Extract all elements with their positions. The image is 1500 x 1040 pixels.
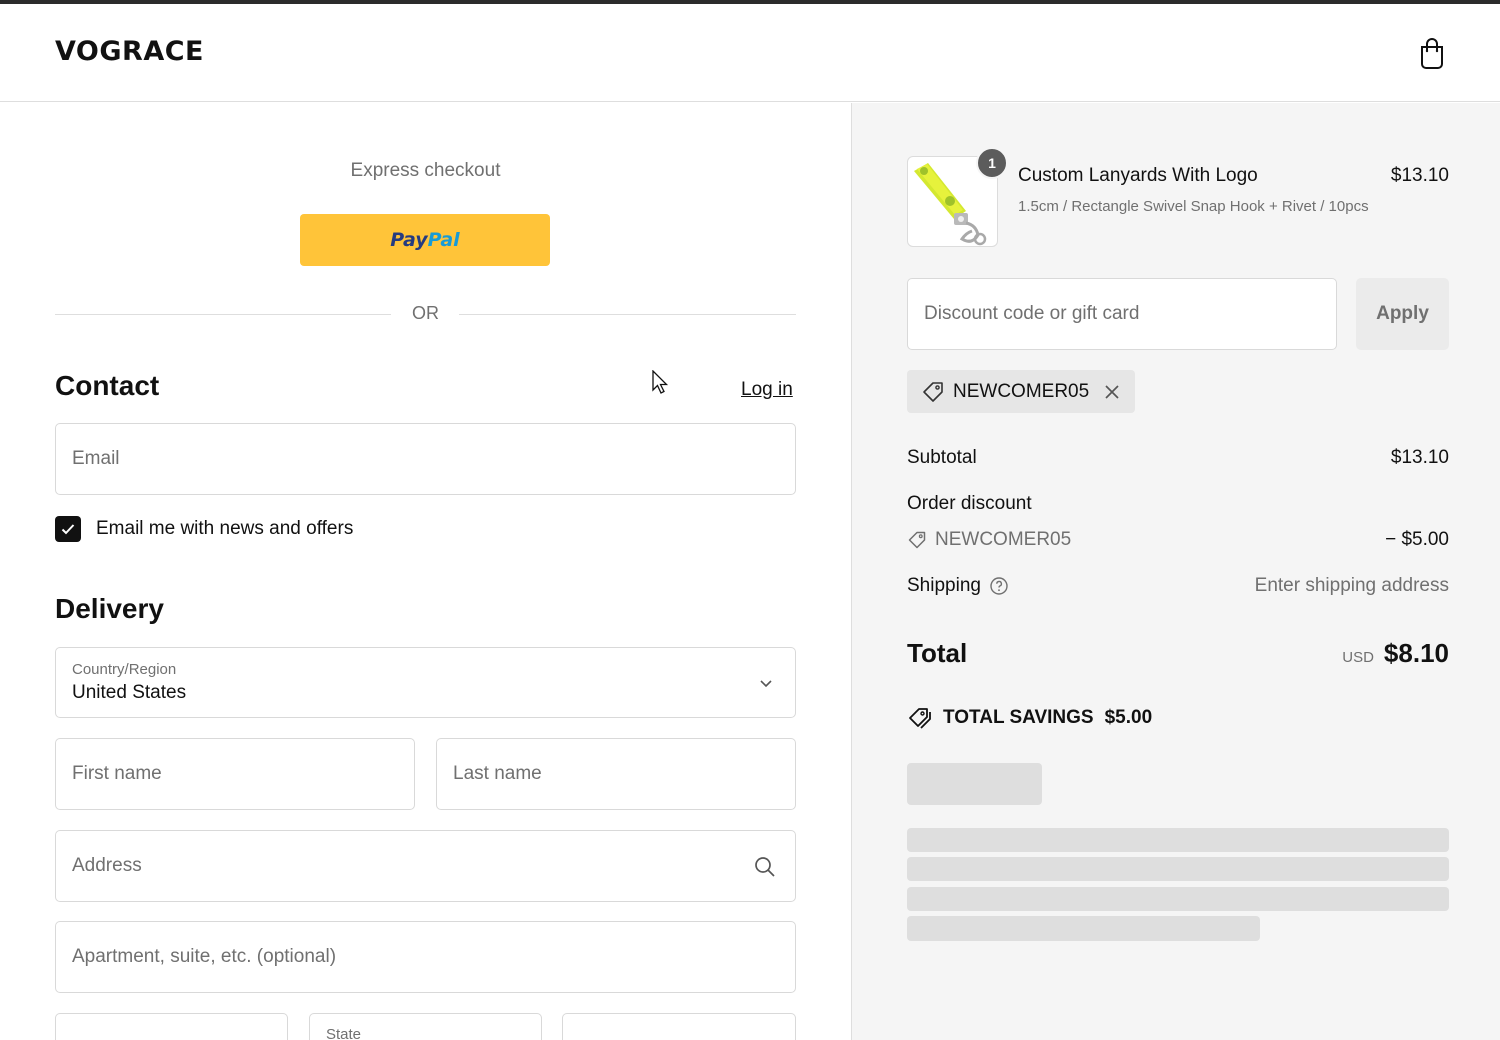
express-checkout-label: Express checkout <box>350 160 501 181</box>
tags-icon <box>909 708 931 729</box>
apartment-placeholder: Apartment, suite, etc. (optional) <box>72 946 337 967</box>
total-savings: TOTAL SAVINGS $5.00 <box>907 706 1152 730</box>
first-name-placeholder: First name <box>72 763 162 784</box>
apartment-field[interactable]: Apartment, suite, etc. (optional) <box>55 921 796 993</box>
order-discount-label: Order discount <box>907 493 1032 514</box>
email-field[interactable]: Email <box>55 423 796 495</box>
discount-code-text: NEWCOMER05 <box>935 529 1072 550</box>
delivery-heading: Delivery <box>55 593 164 624</box>
tag-icon <box>923 381 943 402</box>
checkmark-icon <box>61 524 75 535</box>
total-label: Total <box>907 638 968 668</box>
product-price: $13.10 <box>1390 165 1449 186</box>
loading-placeholder <box>907 857 1449 881</box>
zip-field[interactable] <box>562 1013 796 1040</box>
discount-value: − $5.00 <box>1385 529 1449 550</box>
chevron-down-icon <box>760 680 772 688</box>
applied-code-chip: NEWCOMER05 <box>907 370 1136 413</box>
savings-label: TOTAL SAVINGS <box>943 707 1094 728</box>
loading-placeholder <box>907 763 1042 805</box>
country-label: Country/Region <box>72 661 177 678</box>
order-summary: 1 Custom Lanyards With Logo 1.5cm / Rect… <box>851 103 1500 1040</box>
product-title: Custom Lanyards With Logo <box>1018 165 1258 186</box>
savings-value: $5.00 <box>1104 707 1153 728</box>
subtotal-value: $13.10 <box>1390 447 1449 468</box>
applied-code-text: NEWCOMER05 <box>953 380 1090 402</box>
loading-placeholder <box>907 887 1449 911</box>
help-icon[interactable] <box>989 576 1009 596</box>
subtotal-label: Subtotal <box>907 447 977 468</box>
newsletter-checkbox[interactable] <box>55 516 81 542</box>
email-placeholder: Email <box>72 448 120 469</box>
state-label: State <box>326 1026 362 1040</box>
or-divider: OR <box>55 303 796 325</box>
city-field[interactable] <box>55 1013 288 1040</box>
store-logo[interactable]: VOGRACE <box>55 36 204 67</box>
checkout-form: Express checkout PayPal OR Contact Log i… <box>0 103 851 1040</box>
apply-button[interactable]: Apply <box>1356 278 1449 350</box>
shipping-label: Shipping <box>907 575 981 596</box>
total-value: $8.10 <box>1383 638 1449 668</box>
discount-code-line: NEWCOMER05 <box>907 529 1071 551</box>
tag-icon <box>908 531 926 549</box>
product-variant: 1.5cm / Rectangle Swivel Snap Hook + Riv… <box>1018 198 1369 215</box>
cart-button[interactable] <box>1416 36 1448 70</box>
contact-heading: Contact <box>55 370 160 401</box>
total-amount: USD $8.10 <box>1342 638 1449 669</box>
remove-code-icon[interactable] <box>1103 383 1121 401</box>
paypal-button[interactable]: PayPal <box>300 214 550 266</box>
discount-code-field[interactable]: Discount code or gift card <box>907 278 1337 350</box>
newsletter-option: Email me with news and offers <box>55 516 353 542</box>
first-name-field[interactable]: First name <box>55 738 415 810</box>
login-link[interactable]: Log in <box>741 379 793 401</box>
country-select[interactable]: Country/Region United States <box>55 647 796 718</box>
state-select[interactable]: State <box>309 1013 542 1040</box>
divider-line <box>459 314 796 315</box>
shipping-row: Shipping <box>907 575 1009 597</box>
mouse-cursor-icon <box>652 370 669 394</box>
quantity-badge: 1 <box>976 147 1008 179</box>
shopping-bag-icon <box>1421 38 1443 69</box>
paypal-logo: PayPal <box>390 229 460 251</box>
site-header: VOGRACE <box>0 4 1500 102</box>
country-value: United States <box>72 682 187 703</box>
last-name-placeholder: Last name <box>453 763 542 784</box>
newsletter-label: Email me with news and offers <box>96 518 354 539</box>
discount-placeholder: Discount code or gift card <box>924 303 1140 324</box>
loading-placeholder <box>907 916 1260 941</box>
last-name-field[interactable]: Last name <box>436 738 796 810</box>
currency-code: USD <box>1342 649 1374 666</box>
loading-placeholder <box>907 828 1449 852</box>
shipping-value: Enter shipping address <box>1254 575 1449 596</box>
address-placeholder: Address <box>72 855 142 876</box>
address-field[interactable]: Address <box>55 830 796 902</box>
search-icon <box>755 857 775 877</box>
